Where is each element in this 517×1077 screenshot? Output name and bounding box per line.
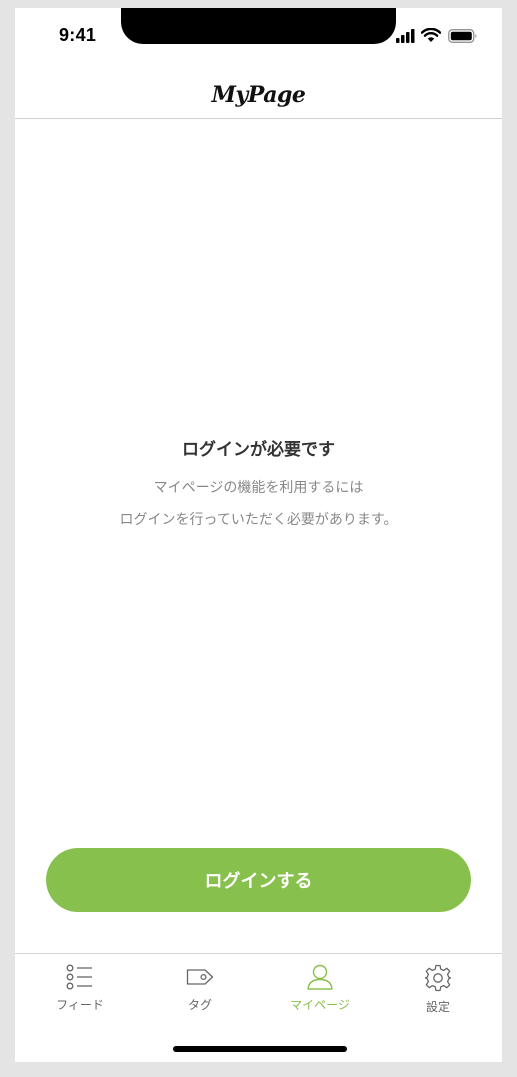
tag-icon bbox=[186, 969, 214, 985]
tab-label-feed: フィード bbox=[56, 998, 104, 1012]
list-icon bbox=[66, 964, 92, 990]
message-line-1: マイページの機能を利用するには bbox=[153, 480, 364, 496]
login-button[interactable]: ログインする bbox=[46, 848, 471, 912]
tab-tag[interactable]: タグ bbox=[165, 964, 235, 1024]
status-time: 9:41 bbox=[59, 25, 97, 45]
status-bar: 9:41 bbox=[15, 8, 502, 52]
phone-screen: 9:41 MyPage ログインが必要です マイページの機能を利用するには ログ… bbox=[15, 8, 502, 1062]
battery-icon bbox=[448, 29, 477, 43]
signal-icon bbox=[396, 29, 415, 43]
gear-icon bbox=[424, 964, 452, 992]
notch bbox=[121, 8, 396, 44]
tab-mypage[interactable]: マイページ bbox=[285, 964, 355, 1024]
home-indicator[interactable] bbox=[173, 1046, 347, 1052]
app-logo: MyPage bbox=[211, 82, 306, 108]
tab-label-tag: タグ bbox=[187, 998, 212, 1012]
message-line-2: ログインを行っていただく必要があります。 bbox=[119, 512, 398, 528]
login-required-message: ログインが必要です マイページの機能を利用するには ログインを行っていただく必要… bbox=[15, 436, 502, 536]
tab-label-mypage: マイページ bbox=[290, 998, 350, 1012]
app-header: MyPage bbox=[15, 78, 502, 119]
tab-settings[interactable]: 設定 bbox=[403, 964, 473, 1024]
wifi-icon bbox=[421, 28, 441, 42]
tab-feed[interactable]: フィード bbox=[45, 964, 115, 1024]
tab-bar: フィード タグ マイページ 設定 bbox=[15, 953, 502, 1062]
person-icon bbox=[307, 964, 333, 990]
message-title: ログインが必要です bbox=[182, 440, 335, 460]
tab-label-settings: 設定 bbox=[425, 1000, 450, 1014]
